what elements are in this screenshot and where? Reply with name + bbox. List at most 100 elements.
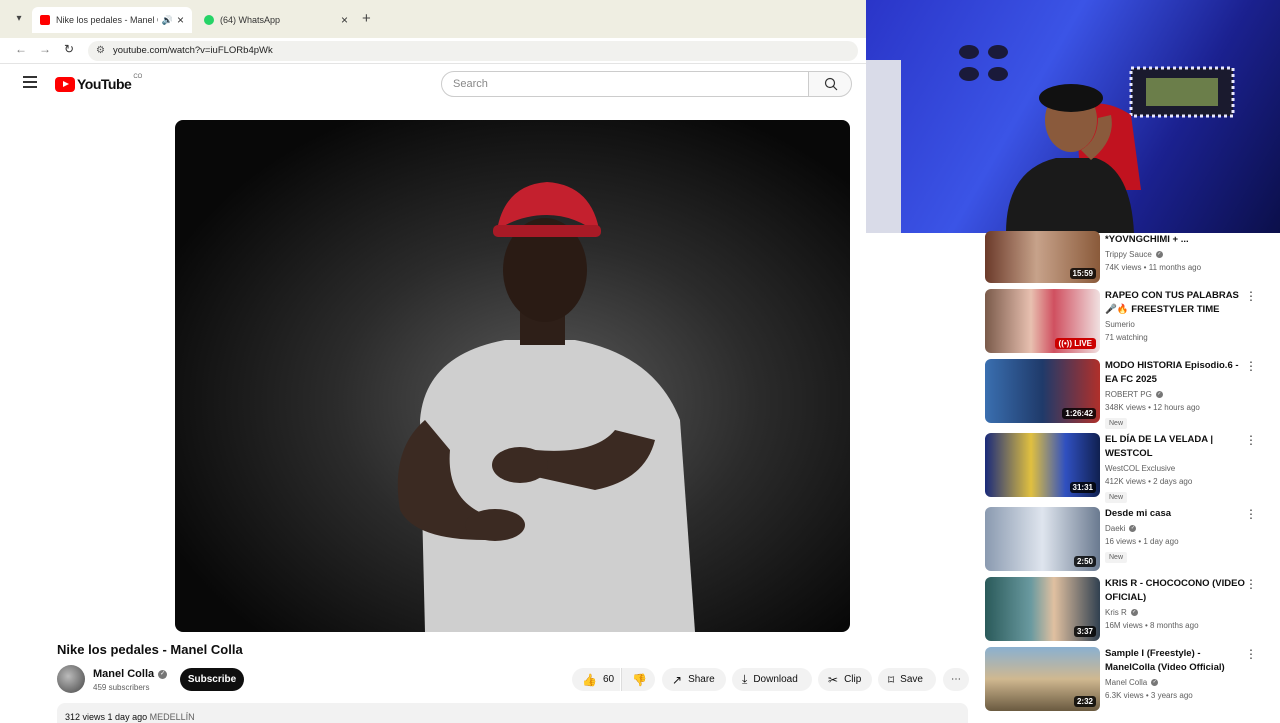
subscriber-count: 459 subscribers <box>93 683 150 692</box>
avatar[interactable] <box>57 665 85 693</box>
rec-stats: 6.3K views • 3 years ago <box>1105 691 1193 700</box>
save-button[interactable]: ⌑ Save <box>878 668 936 691</box>
video-title: Nike los pedales - Manel Colla <box>57 642 243 657</box>
rec-channel[interactable]: Kris R <box>1105 608 1127 617</box>
live-badge: ((•)) LIVE <box>1054 338 1096 349</box>
more-actions-button[interactable]: ⋯ <box>943 668 969 691</box>
speaker-icon[interactable]: 🔊 <box>162 15 173 26</box>
address-bar-row: ← → ↻ ⚙ youtube.com/watch?v=iuFLORb4pWk <box>0 38 866 64</box>
channel-name[interactable]: Manel Colla ✓ <box>93 668 168 680</box>
video-thumbnail[interactable]: 3:37 <box>985 577 1100 641</box>
list-item[interactable]: 1:26:42 MODO HISTORIA Episodio.6 - EA FC… <box>985 359 1265 429</box>
description-box[interactable]: 312 views 1 day ago MEDELLÍN <box>57 703 968 723</box>
rec-channel[interactable]: Daeki <box>1105 524 1125 533</box>
share-icon: ↗ <box>672 672 683 687</box>
close-icon[interactable]: × <box>177 13 184 27</box>
rec-stats: 71 watching <box>1105 333 1148 342</box>
duration-badge: 15:59 <box>1069 268 1096 279</box>
clip-button[interactable]: ✂ Clip <box>818 668 872 691</box>
streamer-webcam-image <box>866 45 1235 233</box>
rec-channel[interactable]: WestCOL Exclusive <box>1105 464 1175 473</box>
rec-channel[interactable]: Manel Colla <box>1105 678 1147 687</box>
download-icon: ⤓ <box>742 672 748 686</box>
like-count: 60 <box>602 674 615 685</box>
site-settings-icon[interactable]: ⚙ <box>96 41 105 61</box>
new-badge: New <box>1105 492 1128 503</box>
rec-channel[interactable]: ROBERT PG <box>1105 390 1152 399</box>
video-thumbnail[interactable]: 31:31 <box>985 433 1100 497</box>
dislike-button[interactable]: 👎 <box>621 668 655 691</box>
rec-channel[interactable]: Sumerio <box>1105 320 1135 329</box>
verified-check-icon: ✓ <box>1151 679 1159 686</box>
video-thumbnail[interactable]: 2:50 <box>985 507 1100 571</box>
thumbs-up-icon: 👍 <box>582 672 597 687</box>
more-vert-icon[interactable]: ⋮ <box>1245 359 1257 373</box>
more-vert-icon[interactable]: ⋮ <box>1245 433 1257 447</box>
tab-whatsapp[interactable]: (64) WhatsApp × <box>196 7 356 33</box>
duration-badge: 3:37 <box>1073 626 1096 637</box>
rec-title[interactable]: RAPEO CON TUS PALABRAS 🎤🔥 FREESTYLER TIM… <box>1105 289 1245 317</box>
more-vert-icon[interactable]: ⋮ <box>1245 577 1257 591</box>
list-item[interactable]: 3:37 KRIS R - CHOCOCONO (VIDEO OFICIAL) … <box>985 577 1265 643</box>
list-item[interactable]: ((•)) LIVE RAPEO CON TUS PALABRAS 🎤🔥 FRE… <box>985 289 1265 355</box>
search-input[interactable]: Search <box>441 71 809 97</box>
rec-title[interactable]: MODO HISTORIA Episodio.6 - EA FC 2025 <box>1105 359 1245 387</box>
more-vert-icon[interactable]: ⋮ <box>1245 507 1257 521</box>
back-arrow-icon[interactable]: ← <box>15 42 27 56</box>
forward-arrow-icon[interactable]: → <box>39 42 51 56</box>
video-player[interactable] <box>175 120 850 632</box>
clip-label: Clip <box>844 674 862 685</box>
verified-check-icon: ✓ <box>1155 251 1163 258</box>
video-thumbnail[interactable]: 15:59 <box>985 231 1100 283</box>
location-tag[interactable]: MEDELLÍN <box>150 712 195 722</box>
like-button[interactable]: 👍 60 <box>572 668 620 691</box>
url-field[interactable]: ⚙ youtube.com/watch?v=iuFLORb4pWk <box>88 41 858 61</box>
rec-title[interactable]: EL DÍA DE LA VELADA | WESTCOL <box>1105 433 1245 461</box>
video-thumbnail[interactable]: 2:32 <box>985 647 1100 711</box>
search-icon <box>824 77 838 91</box>
chevron-down-icon[interactable]: ▾ <box>10 10 28 28</box>
tab-title: Nike los pedales - Manel Co <box>56 15 158 25</box>
reload-icon[interactable]: ↻ <box>64 42 74 56</box>
whatsapp-favicon-icon <box>204 15 214 25</box>
share-button[interactable]: ↗ Share <box>662 668 726 691</box>
list-item[interactable]: 2:50 Desde mi casa Daeki ✓ 16 views • 1 d… <box>985 507 1265 573</box>
rec-stats: 412K views • 2 days ago <box>1105 477 1193 486</box>
more-vert-icon[interactable]: ⋮ <box>1245 647 1257 661</box>
verified-check-icon: ✓ <box>158 669 168 679</box>
rec-title[interactable]: Sample I (Freestyle) - ManelColla (Video… <box>1105 647 1245 675</box>
close-icon[interactable]: × <box>341 13 348 27</box>
webcam-overlay <box>866 0 1280 233</box>
rec-stats: 16M views • 8 months ago <box>1105 621 1199 630</box>
save-label: Save <box>900 674 923 685</box>
rec-title[interactable]: Desde mi casa <box>1105 507 1245 521</box>
video-frame-image <box>397 182 695 632</box>
verified-check-icon: ✓ <box>1155 391 1163 398</box>
rec-stats: 16 views • 1 day ago <box>1105 537 1179 546</box>
new-badge: New <box>1105 418 1128 429</box>
rec-stats: 74K views • 11 months ago <box>1105 263 1202 272</box>
url-text: youtube.com/watch?v=iuFLORb4pWk <box>113 45 273 56</box>
video-thumbnail[interactable]: ((•)) LIVE <box>985 289 1100 353</box>
hamburger-menu-icon[interactable] <box>23 76 37 91</box>
rec-title[interactable]: *YOVNGCHIMI + ... <box>1105 233 1245 247</box>
logo-wordmark: YouTube <box>77 76 132 92</box>
youtube-logo[interactable]: YouTube CO <box>55 74 142 92</box>
new-tab-plus-icon[interactable]: + <box>362 10 371 27</box>
duration-badge: 31:31 <box>1069 482 1096 493</box>
bookmark-icon: ⌑ <box>888 672 895 687</box>
more-vert-icon[interactable]: ⋮ <box>1245 289 1257 303</box>
subscribe-button[interactable]: Subscribe <box>180 668 244 691</box>
tab-title: (64) WhatsApp <box>220 15 281 25</box>
duration-badge: 2:50 <box>1073 556 1096 567</box>
tab-youtube[interactable]: Nike los pedales - Manel Co 🔊 × <box>32 7 192 33</box>
list-item[interactable]: 2:32 Sample I (Freestyle) - ManelColla (… <box>985 647 1265 713</box>
download-button[interactable]: ⤓ Download <box>732 668 812 691</box>
youtube-favicon-icon <box>40 15 50 25</box>
rec-channel[interactable]: Trippy Sauce <box>1105 250 1152 259</box>
rec-title[interactable]: KRIS R - CHOCOCONO (VIDEO OFICIAL) <box>1105 577 1245 605</box>
search-button[interactable] <box>808 71 852 97</box>
list-item[interactable]: 31:31 EL DÍA DE LA VELADA | WESTCOL West… <box>985 433 1265 503</box>
video-thumbnail[interactable]: 1:26:42 <box>985 359 1100 423</box>
thumbs-down-icon: 👎 <box>632 672 647 687</box>
